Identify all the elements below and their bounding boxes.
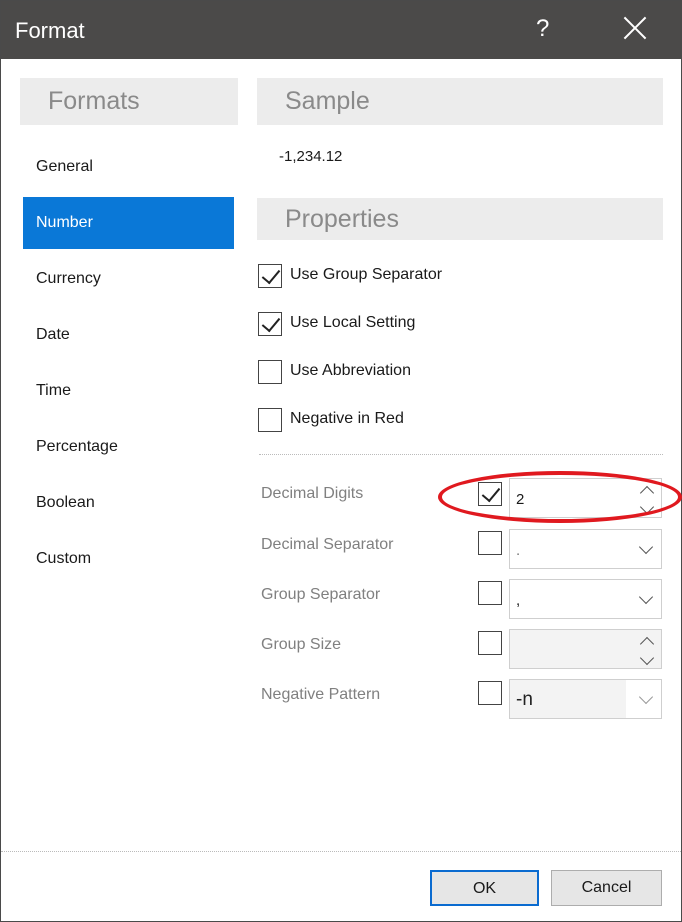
format-item-boolean[interactable]: Boolean [23,477,234,529]
decimal-separator-checkbox[interactable] [478,531,502,555]
decimal-digits-checkbox[interactable] [478,482,502,506]
ok-button[interactable]: OK [430,870,539,906]
use-local-setting-checkbox[interactable] [258,312,282,336]
format-item-label: Custom [36,550,92,567]
format-item-currency[interactable]: Currency [23,253,234,305]
sample-header-label: Sample [285,87,370,115]
negative-pattern-checkbox[interactable] [478,681,502,705]
negative-pattern-dropdown[interactable]: -n [509,679,662,719]
format-item-label: Percentage [36,438,118,455]
format-item-label: Boolean [36,494,95,511]
format-item-date[interactable]: Date [23,309,234,361]
spin-up-icon[interactable] [639,636,655,652]
group-separator-label: Group Separator [261,586,381,603]
group-separator-value: , [516,592,521,609]
negative-in-red-checkbox[interactable] [258,408,282,432]
negative-in-red-label: Negative in Red [290,410,404,427]
chevron-down-icon [638,539,654,555]
format-item-label: General [36,158,93,175]
sample-value: -1,234.12 [279,148,343,165]
format-item-number[interactable]: Number [23,197,234,249]
dialog-title: Format [15,18,85,43]
format-item-custom[interactable]: Custom [23,533,234,585]
formats-header-label: Formats [48,87,140,115]
close-icon[interactable] [621,15,649,43]
decimal-digits-value: 2 [516,491,525,508]
format-dialog: Format ? Formats General Number Currency… [0,0,682,922]
group-size-spinner[interactable] [509,629,662,669]
use-abbreviation-checkbox[interactable] [258,360,282,384]
group-size-label: Group Size [261,636,342,653]
decimal-digits-label: Decimal Digits [261,485,364,502]
group-separator-dropdown[interactable]: , [509,579,662,619]
decimal-separator-label: Decimal Separator [261,536,394,553]
format-item-label: Currency [36,270,101,287]
use-group-separator-label: Use Group Separator [290,266,443,283]
use-local-setting-label: Use Local Setting [290,314,416,331]
footer-divider [1,851,681,852]
use-group-separator-checkbox[interactable] [258,264,282,288]
negative-pattern-value: -n [516,689,533,710]
properties-header-label: Properties [285,205,399,233]
decimal-digits-spinner[interactable]: 2 [509,478,662,518]
use-abbreviation-label: Use Abbreviation [290,362,411,379]
decimal-separator-value: . [516,542,521,559]
negative-pattern-label: Negative Pattern [261,686,381,703]
chevron-down-icon [638,589,654,605]
format-item-time[interactable]: Time [23,365,234,417]
group-size-checkbox[interactable] [478,631,502,655]
spin-down-icon[interactable] [639,650,655,666]
sample-header: Sample [257,78,663,125]
format-item-label: Time [36,382,71,399]
format-item-label: Date [36,326,70,343]
title-bar: Format ? [1,1,681,59]
group-separator-checkbox[interactable] [478,581,502,605]
help-button[interactable]: ? [536,15,549,43]
properties-divider [259,454,663,455]
formats-header: Formats [20,78,238,125]
format-item-label: Number [36,214,93,231]
decimal-separator-dropdown[interactable]: . [509,529,662,569]
format-item-percentage[interactable]: Percentage [23,421,234,473]
spin-down-icon[interactable] [639,499,655,515]
spin-up-icon[interactable] [639,485,655,501]
properties-header: Properties [257,198,663,240]
format-item-general[interactable]: General [23,141,234,193]
cancel-button[interactable]: Cancel [551,870,662,906]
